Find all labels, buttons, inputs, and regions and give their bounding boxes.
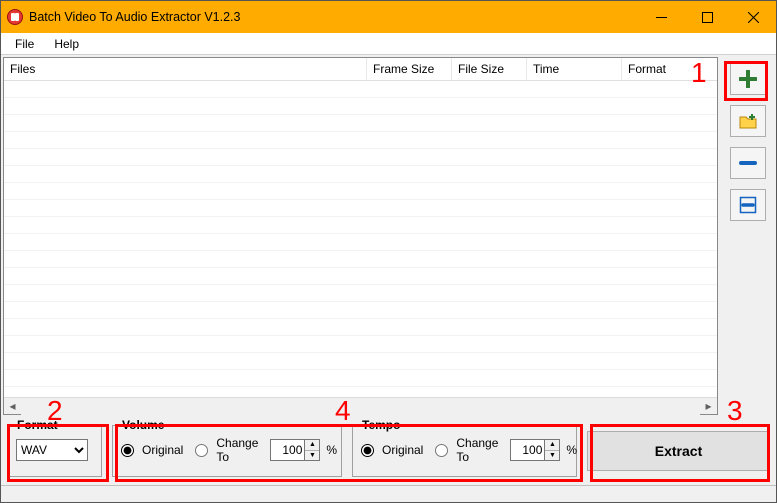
list-row-empty	[4, 251, 717, 268]
close-icon	[748, 12, 759, 23]
list-row-empty	[4, 285, 717, 302]
app-window: Batch Video To Audio Extractor V1.2.3 Fi…	[0, 0, 777, 503]
volume-original-label: Original	[142, 443, 183, 457]
list-row-empty	[4, 115, 717, 132]
scroll-left-icon[interactable]: ◂	[4, 398, 21, 415]
tempo-stepper: ▲ ▼	[544, 439, 560, 461]
volume-step-up[interactable]: ▲	[305, 440, 319, 451]
list-header: Files Frame Size File Size Time Format	[4, 58, 717, 81]
format-legend: Format	[14, 418, 61, 432]
list-row-empty	[4, 268, 717, 285]
col-time[interactable]: Time	[527, 58, 622, 80]
tempo-step-up[interactable]: ▲	[545, 440, 559, 451]
extract-button[interactable]: Extract	[587, 431, 770, 471]
volume-legend: Volume	[119, 418, 167, 432]
list-row-empty	[4, 370, 717, 387]
format-group: Format WAV	[7, 425, 102, 477]
tempo-legend: Tempo	[359, 418, 403, 432]
volume-pct-label: %	[326, 443, 337, 457]
app-icon	[7, 9, 23, 25]
extract-wrap: Extract	[587, 425, 770, 477]
tempo-value-input[interactable]	[510, 439, 544, 461]
close-button[interactable]	[730, 1, 776, 33]
volume-changeto-label: Change To	[216, 436, 258, 464]
side-toolbar	[720, 55, 776, 415]
window-title: Batch Video To Audio Extractor V1.2.3	[29, 10, 638, 24]
volume-changeto-radio[interactable]	[195, 444, 208, 457]
tempo-original-label: Original	[382, 443, 423, 457]
volume-original-radio[interactable]	[121, 444, 134, 457]
tempo-changeto-radio[interactable]	[435, 444, 448, 457]
col-frame[interactable]: Frame Size	[367, 58, 452, 80]
col-format[interactable]: Format	[622, 58, 717, 80]
tempo-spinner: ▲ ▼	[510, 439, 560, 461]
plus-icon	[739, 70, 757, 88]
add-file-button[interactable]	[730, 63, 766, 95]
tempo-changeto-label: Change To	[456, 436, 498, 464]
menu-file[interactable]: File	[5, 35, 44, 53]
maximize-button[interactable]	[684, 1, 730, 33]
add-folder-button[interactable]	[730, 105, 766, 137]
list-row-empty	[4, 302, 717, 319]
window-controls	[638, 1, 776, 33]
list-row-empty	[4, 353, 717, 370]
scroll-track[interactable]	[21, 398, 700, 415]
volume-value-input[interactable]	[270, 439, 304, 461]
horizontal-scrollbar[interactable]: ◂ ▸	[4, 397, 717, 414]
tempo-original-radio[interactable]	[361, 444, 374, 457]
main-area: Files Frame Size File Size Time Format	[1, 55, 776, 415]
status-bar	[1, 485, 776, 502]
list-row-empty	[4, 319, 717, 336]
folder-plus-icon	[739, 112, 757, 130]
volume-step-down[interactable]: ▼	[305, 451, 319, 461]
volume-group: Volume Original Change To ▲ ▼ %	[112, 425, 342, 477]
col-files[interactable]: Files	[4, 58, 367, 80]
list-row-empty	[4, 183, 717, 200]
list-row-empty	[4, 166, 717, 183]
menu-bar: File Help	[1, 33, 776, 55]
tempo-group: Tempo Original Change To ▲ ▼ %	[352, 425, 577, 477]
list-row-empty	[4, 81, 717, 98]
list-row-empty	[4, 132, 717, 149]
remove-all-button[interactable]	[730, 189, 766, 221]
menu-help[interactable]: Help	[44, 35, 89, 53]
volume-spinner: ▲ ▼	[270, 439, 320, 461]
title-bar: Batch Video To Audio Extractor V1.2.3	[1, 1, 776, 33]
settings-bar: Format WAV Volume Original Change To ▲ ▼…	[1, 415, 776, 485]
tempo-step-down[interactable]: ▼	[545, 451, 559, 461]
col-size[interactable]: File Size	[452, 58, 527, 80]
minimize-icon	[656, 12, 667, 23]
list-row-empty	[4, 336, 717, 353]
file-list: Files Frame Size File Size Time Format	[3, 57, 718, 415]
list-row-empty	[4, 200, 717, 217]
maximize-icon	[702, 12, 713, 23]
remove-button[interactable]	[730, 147, 766, 179]
tempo-pct-label: %	[566, 443, 577, 457]
scroll-right-icon[interactable]: ▸	[700, 398, 717, 415]
minimize-button[interactable]	[638, 1, 684, 33]
list-row-empty	[4, 149, 717, 166]
list-row-empty	[4, 98, 717, 115]
volume-stepper: ▲ ▼	[304, 439, 320, 461]
list-body[interactable]	[4, 81, 717, 397]
format-select[interactable]: WAV	[16, 439, 88, 461]
list-row-empty	[4, 217, 717, 234]
list-row-empty	[4, 234, 717, 251]
minus-boxed-icon	[739, 196, 757, 214]
minus-icon	[739, 154, 757, 172]
